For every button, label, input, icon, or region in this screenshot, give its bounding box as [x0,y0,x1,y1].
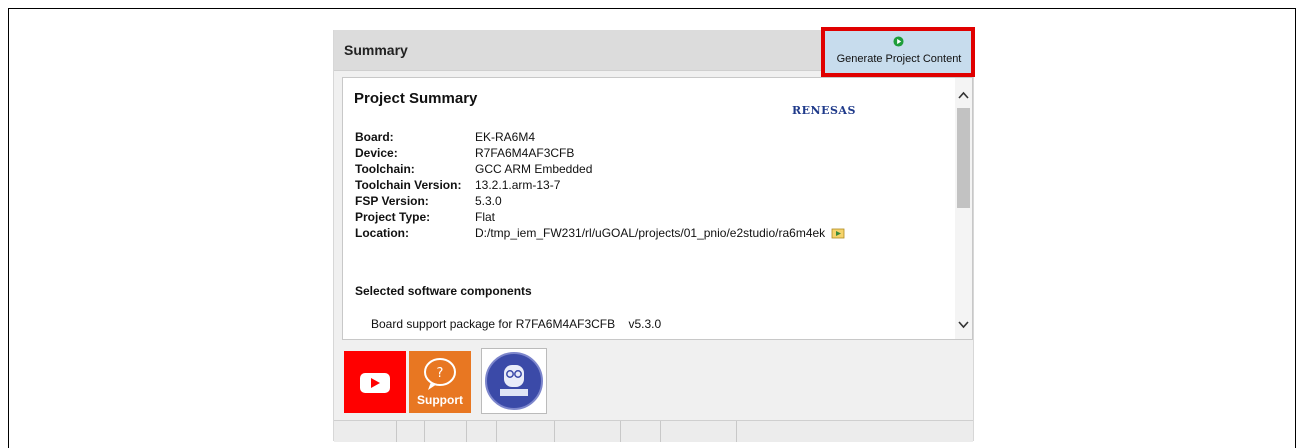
project-summary-title: Project Summary [354,90,478,107]
toolchain-version-label: Toolchain Version: [355,178,462,192]
board-value: EK-RA6M4 [475,130,536,144]
vertical-scrollbar[interactable] [955,78,972,339]
component-version: v5.3.0 [628,317,662,331]
owl-book-icon [485,352,543,410]
generate-button-label: Generate Project Content [836,53,962,65]
component-name: Board support package for R7FA6M4AF3CFB [371,317,616,331]
project-summary-box: Project Summary RENESAS Board: EK-RA6M4 … [342,77,973,340]
location-value: D:/tmp_iem_FW231/rl/uGOAL/projects/01_pn… [475,226,826,240]
tab-1[interactable] [334,421,397,442]
components-title: Selected software components [355,284,532,298]
device-label: Device: [355,146,398,160]
scroll-thumb[interactable] [957,108,970,208]
youtube-button[interactable] [344,351,406,413]
summary-panel: Summary Generate Project Content Project… [333,30,975,442]
tab-5[interactable] [496,421,555,442]
location-label: Location: [355,226,409,240]
play-circle-icon [893,36,904,47]
tab-2[interactable] [396,421,425,442]
location-value-wrap: D:/tmp_iem_FW231/rl/uGOAL/projects/01_pn… [475,226,845,240]
project-type-label: Project Type: [355,210,431,224]
tab-6[interactable] [554,421,621,442]
tab-8[interactable] [660,421,737,442]
project-type-value: Flat [475,210,496,224]
svg-text:?: ? [437,366,444,381]
manual-button[interactable] [481,348,547,414]
summary-title: Summary [344,42,408,58]
editor-tabs-strip [334,420,973,442]
support-button[interactable]: ? Support [409,351,471,413]
chevron-up-icon[interactable] [957,89,970,102]
tab-4[interactable] [466,421,497,442]
board-label: Board: [355,130,394,144]
support-chat-icon: ? [424,358,456,390]
chevron-down-icon[interactable] [957,318,970,331]
open-folder-arrow-icon[interactable] [831,227,845,239]
support-label: Support [417,393,463,407]
tab-7[interactable] [620,421,661,442]
generate-project-content-button[interactable]: Generate Project Content [823,30,975,77]
toolchain-value: GCC ARM Embedded [475,162,593,176]
tab-3[interactable] [424,421,467,442]
device-value: R7FA6M4AF3CFB [475,146,575,160]
summary-header: Summary Generate Project Content [334,30,975,77]
fsp-version-label: FSP Version: [355,194,429,208]
youtube-icon [360,373,390,393]
fsp-version-value: 5.3.0 [475,194,502,208]
renesas-logo: RENESAS [792,104,856,117]
toolchain-label: Toolchain: [355,162,415,176]
toolchain-version-value: 13.2.1.arm-13-7 [475,178,561,192]
component-item: Board support package for R7FA6M4AF3CFB … [371,317,661,331]
